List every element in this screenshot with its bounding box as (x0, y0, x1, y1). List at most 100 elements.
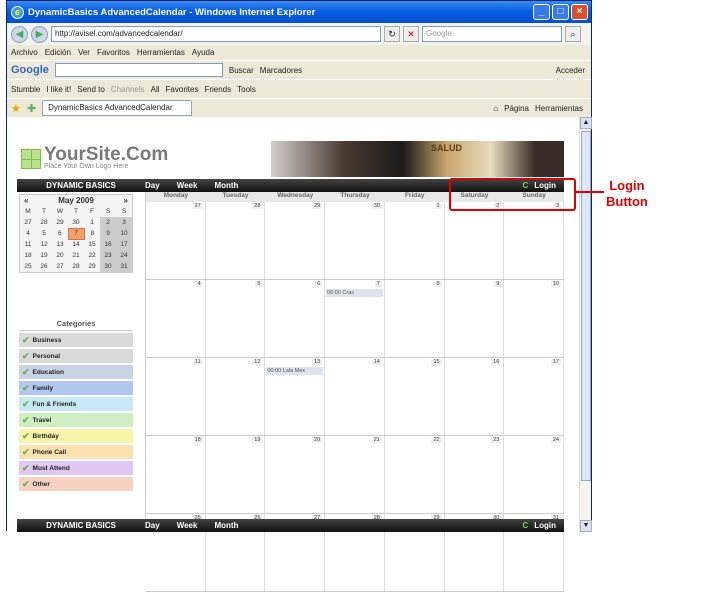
mini-day[interactable]: 28 (68, 261, 84, 272)
nav-week-bottom[interactable]: Week (177, 521, 198, 530)
channels-button[interactable]: Channels (111, 85, 145, 94)
stop-icon[interactable]: ✕ (403, 26, 419, 42)
mini-day[interactable]: 30 (68, 217, 84, 228)
page-menu-button[interactable]: Página (504, 104, 529, 113)
scroll-down-icon[interactable]: ▼ (580, 520, 592, 532)
mini-day[interactable]: 3 (116, 217, 132, 228)
google-search-input[interactable] (54, 63, 223, 77)
mini-day[interactable]: 11 (20, 239, 36, 250)
mini-day[interactable]: 25 (20, 261, 36, 272)
search-input[interactable]: Google (422, 26, 562, 42)
mini-day[interactable]: 1 (84, 217, 100, 228)
mini-day[interactable]: 27 (52, 261, 68, 272)
home-icon[interactable]: ⌂ (493, 104, 498, 113)
close-button[interactable]: × (571, 4, 588, 20)
back-button[interactable]: ◀ (11, 25, 28, 43)
calendar-day-cell[interactable]: 19 (206, 436, 266, 513)
calendar-day-cell[interactable]: 24 (504, 436, 564, 513)
calendar-day-cell[interactable]: 17 (504, 358, 564, 435)
url-input[interactable]: http://avisel.com/advancedcalendar/ (51, 26, 381, 42)
search-icon[interactable]: ⌕ (565, 26, 581, 42)
tools-button[interactable]: Tools (237, 85, 256, 94)
vertical-scrollbar[interactable]: ▲ ▼ (579, 117, 592, 532)
calendar-event[interactable]: 00:00 Cras (326, 289, 383, 297)
calendar-day-cell[interactable]: 29 (265, 202, 326, 279)
category-item[interactable]: ✔ Fun & Friends (19, 397, 133, 411)
category-item[interactable]: ✔ Other (19, 477, 133, 491)
calendar-day-cell[interactable]: 28 (206, 202, 266, 279)
mini-day[interactable]: 29 (84, 261, 100, 272)
calendar-day-cell[interactable]: 22 (385, 436, 445, 513)
all-button[interactable]: All (151, 85, 160, 94)
menu-herramientas[interactable]: Herramientas (137, 48, 185, 57)
mini-day[interactable]: 17 (116, 239, 132, 250)
calendar-day-cell[interactable]: 11 (146, 358, 206, 435)
login-button-bottom[interactable]: C Login (522, 521, 556, 530)
nav-day-bottom[interactable]: Day (145, 521, 160, 530)
calendar-day-cell[interactable]: 6 (265, 280, 326, 357)
calendar-day-cell[interactable]: 15 (385, 358, 445, 435)
category-item[interactable]: ✔ Birthday (19, 429, 133, 443)
nav-month[interactable]: Month (214, 181, 238, 190)
mini-next-button[interactable]: » (124, 196, 128, 205)
nav-day[interactable]: Day (145, 181, 160, 190)
mini-day[interactable]: 31 (116, 261, 132, 272)
scroll-up-icon[interactable]: ▲ (580, 117, 592, 129)
calendar-day-cell[interactable]: 21 (325, 436, 385, 513)
mini-day[interactable]: 9 (100, 228, 116, 239)
google-buscar-button[interactable]: Buscar (229, 66, 254, 75)
favorites-button[interactable]: Favorites (166, 85, 199, 94)
nav-brand-bottom[interactable]: DYNAMIC BASICS (17, 521, 145, 530)
menu-archivo[interactable]: Archivo (11, 48, 38, 57)
nav-brand[interactable]: DYNAMIC BASICS (17, 181, 145, 190)
mini-day[interactable]: 20 (52, 250, 68, 261)
menu-favoritos[interactable]: Favoritos (97, 48, 130, 57)
calendar-day-cell[interactable]: 12 (206, 358, 266, 435)
category-item[interactable]: ✔ Phone Call (19, 445, 133, 459)
calendar-day-cell[interactable]: 30 (325, 202, 385, 279)
send-to-button[interactable]: Send to (77, 85, 105, 94)
calendar-day-cell[interactable]: 2 (445, 202, 505, 279)
menu-edicion[interactable]: Edición (45, 48, 71, 57)
mini-day[interactable]: 29 (52, 217, 68, 228)
category-item[interactable]: ✔ Education (19, 365, 133, 379)
calendar-day-cell[interactable]: 20 (265, 436, 326, 513)
mini-day[interactable]: 14 (68, 239, 84, 250)
mini-day[interactable]: 7 (67, 227, 85, 240)
nav-month-bottom[interactable]: Month (214, 521, 238, 530)
menu-ayuda[interactable]: Ayuda (192, 48, 215, 57)
category-item[interactable]: ✔ Travel (19, 413, 133, 427)
scroll-thumb[interactable] (581, 131, 591, 481)
forward-button[interactable]: ▶ (31, 25, 48, 43)
calendar-day-cell[interactable]: 4 (146, 280, 206, 357)
tools-menu-button[interactable]: Herramientas (535, 104, 583, 113)
maximize-button[interactable]: □ (552, 4, 569, 20)
google-marcadores-button[interactable]: Marcadores (260, 66, 302, 75)
mini-day[interactable]: 6 (52, 228, 68, 239)
tab-advanced-calendar[interactable]: DynamicBasics AdvancedCalendar (42, 100, 193, 116)
calendar-day-cell[interactable]: 5 (206, 280, 266, 357)
minimize-button[interactable]: _ (533, 4, 550, 20)
calendar-day-cell[interactable]: 16 (445, 358, 505, 435)
calendar-day-cell[interactable]: 18 (146, 436, 206, 513)
menu-ver[interactable]: Ver (78, 48, 90, 57)
mini-day[interactable]: 19 (36, 250, 52, 261)
mini-day[interactable]: 27 (20, 217, 36, 228)
category-item[interactable]: ✔ Business (19, 333, 133, 347)
mini-day[interactable]: 15 (84, 239, 100, 250)
calendar-day-cell[interactable]: 23 (445, 436, 505, 513)
mini-day[interactable]: 5 (36, 228, 52, 239)
category-item[interactable]: ✔ Personal (19, 349, 133, 363)
calendar-day-cell[interactable]: 9 (445, 280, 505, 357)
mini-day[interactable]: 30 (100, 261, 116, 272)
google-acceder-button[interactable]: Acceder (556, 66, 585, 75)
mini-day[interactable]: 24 (116, 250, 132, 261)
mini-day[interactable]: 28 (36, 217, 52, 228)
calendar-day-cell[interactable]: 10 (504, 280, 564, 357)
add-favorites-icon[interactable]: ✚ (27, 102, 36, 115)
calendar-day-cell[interactable]: 3 (504, 202, 564, 279)
favorites-star-icon[interactable]: ★ (11, 102, 21, 115)
like-button[interactable]: I like it! (46, 85, 71, 94)
mini-day[interactable]: 26 (36, 261, 52, 272)
calendar-day-cell[interactable]: 8 (385, 280, 445, 357)
